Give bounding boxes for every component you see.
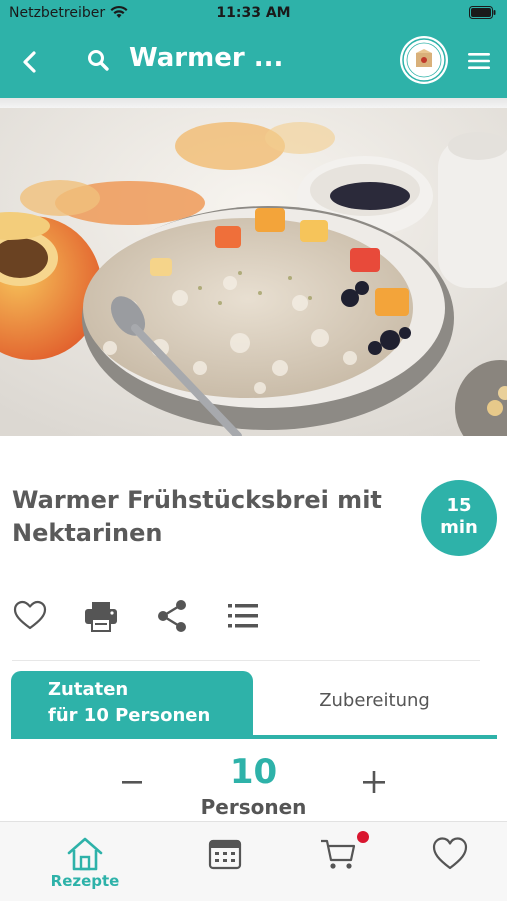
share-icon[interactable] [154,598,190,634]
nav-bar: Warmer ... [0,26,507,98]
tab-ingredients[interactable]: Zutaten für 10 Personen [11,671,253,735]
section-divider [12,660,480,661]
recipe-title: Warmer Frühstücksbrei mit Nektarinen [12,486,382,547]
nav-shadow [0,98,507,108]
tab-underline [11,735,497,739]
prep-time-unit: min [440,517,478,538]
prep-time-badge: 15 min [421,480,497,556]
cart-icon[interactable] [318,834,358,874]
tab-ingredients-servings: für 10 Personen [48,705,211,726]
calendar-icon[interactable] [205,834,245,874]
search-icon[interactable] [84,46,114,76]
tab-ingredients-label: Zutaten [48,679,129,700]
page-title: Warmer ... [129,43,284,73]
home-icon[interactable] [65,834,105,874]
battery-icon [469,6,496,19]
increase-servings-button[interactable] [358,766,390,798]
favorites-heart-icon[interactable] [430,834,470,874]
status-bar: Netzbetreiber 11:33 AM [0,0,507,26]
back-arrow-icon[interactable] [14,46,46,78]
tab-preparation[interactable]: Zubereitung [253,671,496,735]
bottom-tab-bar: Rezepte [0,821,507,901]
servings-value: 10 [229,752,278,792]
servings-unit: Personen [200,795,307,819]
brand-logo[interactable] [400,36,448,84]
list-icon[interactable] [225,598,261,634]
recipe-hero-image [0,108,507,436]
print-icon[interactable] [83,598,119,634]
cart-badge-dot [357,831,369,843]
tab-rezepte-label[interactable]: Rezepte [40,872,130,890]
hamburger-menu-icon[interactable] [464,46,494,76]
heart-icon[interactable] [12,598,48,634]
prep-time-value: 15 [446,495,472,516]
clock: 11:33 AM [216,5,291,21]
